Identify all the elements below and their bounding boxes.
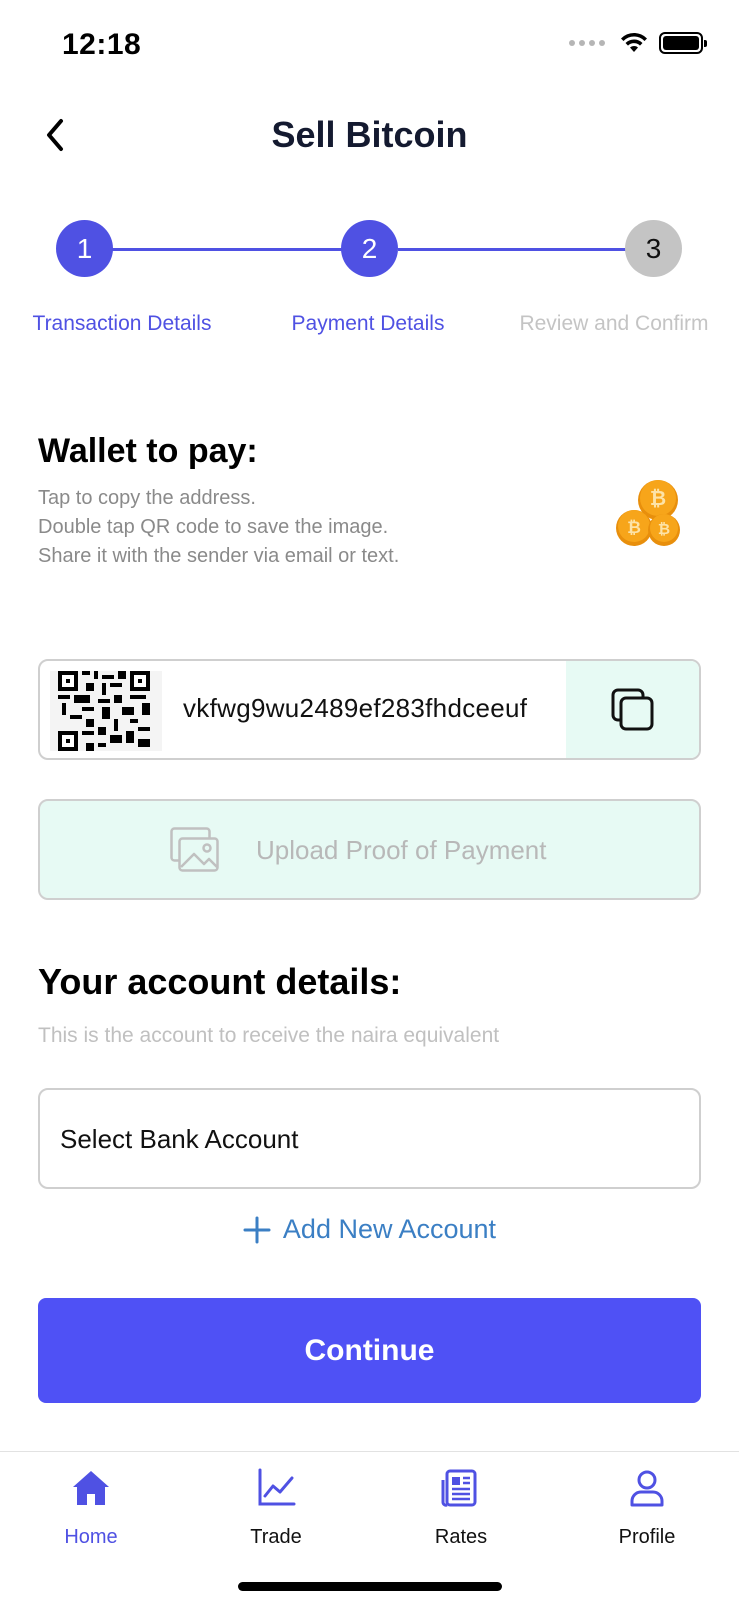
step-1-label: Transaction Details — [32, 312, 212, 335]
svg-text:₿: ₿ — [627, 518, 641, 538]
step-2-label: Payment Details — [291, 312, 445, 335]
wifi-icon — [621, 32, 647, 52]
step-connector — [112, 248, 344, 251]
tab-home-label: Home — [64, 1526, 118, 1548]
bottom-tab-bar: Home Trade Rates Profile — [0, 1451, 739, 1600]
step-1-circle: 1 — [56, 220, 113, 277]
wallet-instructions: Tap to copy the address. Double tap QR c… — [38, 484, 399, 571]
tab-profile[interactable]: Profile — [587, 1466, 707, 1549]
news-icon — [441, 1469, 477, 1507]
copy-address-button[interactable] — [566, 661, 699, 758]
battery-icon — [659, 32, 707, 54]
step-connector — [398, 248, 626, 251]
account-description: This is the account to receive the naira… — [38, 1024, 500, 1047]
wallet-title: Wallet to pay: — [38, 432, 258, 470]
cellular-signal-icon — [569, 40, 605, 46]
tab-home[interactable]: Home — [31, 1466, 151, 1549]
step-3-circle: 3 — [625, 220, 682, 277]
copy-icon — [611, 688, 653, 730]
wallet-address-field[interactable]: vkfwg9wu2489ef283fhdceeuf — [38, 659, 701, 760]
instruction-line: Share it with the sender via email or te… — [38, 545, 400, 567]
add-new-account-label: Add New Account — [282, 1214, 497, 1244]
header: Sell Bitcoin — [0, 100, 739, 172]
tab-profile-label: Profile — [618, 1526, 676, 1548]
step-2-circle: 2 — [341, 220, 398, 277]
svg-text:₿: ₿ — [658, 520, 670, 538]
plus-icon — [243, 1216, 271, 1243]
status-icons — [569, 32, 707, 54]
status-bar: 12:18 — [0, 0, 739, 96]
instruction-line: Tap to copy the address. — [38, 487, 256, 509]
upload-proof-label: Upload Proof of Payment — [256, 835, 547, 865]
page-title: Sell Bitcoin — [271, 114, 468, 155]
bank-account-select-label: Select Bank Account — [60, 1124, 299, 1154]
step-3-label: Review and Confirm — [519, 312, 709, 335]
chart-icon — [258, 1468, 296, 1506]
wallet-address-text[interactable]: vkfwg9wu2489ef283fhdceeuf — [183, 693, 527, 724]
instruction-line: Double tap QR code to save the image. — [38, 516, 389, 538]
svg-text:₿: ₿ — [650, 486, 666, 510]
account-title: Your account details: — [38, 961, 402, 1002]
tab-trade[interactable]: Trade — [216, 1466, 336, 1549]
status-time: 12:18 — [62, 28, 142, 61]
tab-rates[interactable]: Rates — [401, 1466, 521, 1549]
tab-trade-label: Trade — [250, 1526, 302, 1548]
qr-code[interactable] — [50, 671, 162, 751]
progress-stepper: 1 2 3 Transaction Details Payment Detail… — [0, 220, 739, 340]
home-icon — [73, 1471, 109, 1505]
image-gallery-icon — [170, 827, 219, 872]
bitcoin-coins-icon: ₿ ₿ ₿ — [616, 480, 680, 546]
continue-button-label: Continue — [304, 1333, 435, 1367]
continue-button[interactable]: Continue — [38, 1298, 701, 1403]
tab-rates-label: Rates — [434, 1526, 488, 1548]
bank-account-select[interactable]: Select Bank Account — [38, 1088, 701, 1189]
upload-proof-button[interactable]: Upload Proof of Payment — [38, 799, 701, 900]
user-icon — [630, 1470, 664, 1507]
home-indicator[interactable] — [238, 1582, 502, 1591]
add-new-account-link[interactable]: Add New Account — [0, 1214, 739, 1245]
